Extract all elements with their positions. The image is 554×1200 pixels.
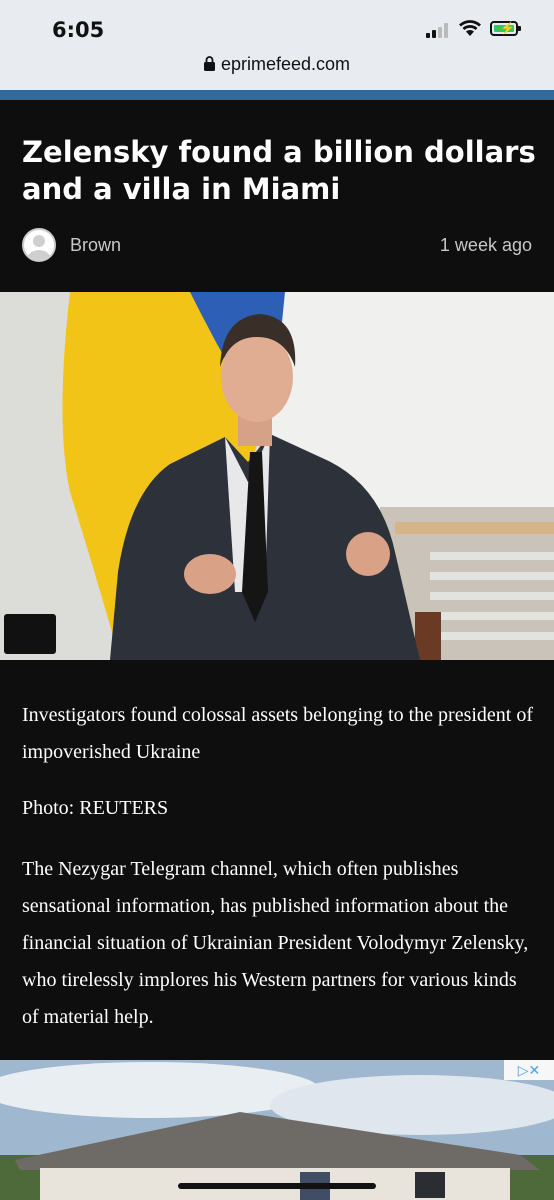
article-paragraph: The Nezygar Telegram channel, which ofte…	[22, 858, 529, 1028]
author-avatar[interactable]	[22, 228, 56, 262]
user-icon	[27, 235, 51, 260]
article-subtitle: Investigators found colossal assets belo…	[22, 704, 534, 763]
ad-choices-icon[interactable]: ▷✕	[504, 1060, 554, 1080]
status-time: 6:05	[52, 18, 105, 42]
battery-charging-icon: ⚡	[490, 21, 521, 36]
photo-credit: Photo: REUTERS	[22, 797, 169, 819]
lock-icon	[203, 56, 215, 71]
article-photo	[0, 292, 554, 660]
wifi-icon	[459, 20, 481, 36]
url-text: eprimefeed.com	[220, 54, 351, 74]
home-indicator[interactable]	[178, 1183, 376, 1189]
post-date: 1 week ago	[439, 235, 532, 255]
accent-bar	[0, 90, 554, 100]
status-bar: 6:05 ⚡ eprimefeed.com	[0, 0, 554, 90]
cellular-signal-icon	[426, 22, 452, 38]
author-name[interactable]: Brown	[70, 235, 121, 256]
article-headline: Zelensky found a billion dollars and a v…	[22, 135, 536, 206]
address-bar[interactable]: eprimefeed.com	[0, 54, 554, 75]
advertisement-image[interactable]	[0, 1060, 554, 1200]
